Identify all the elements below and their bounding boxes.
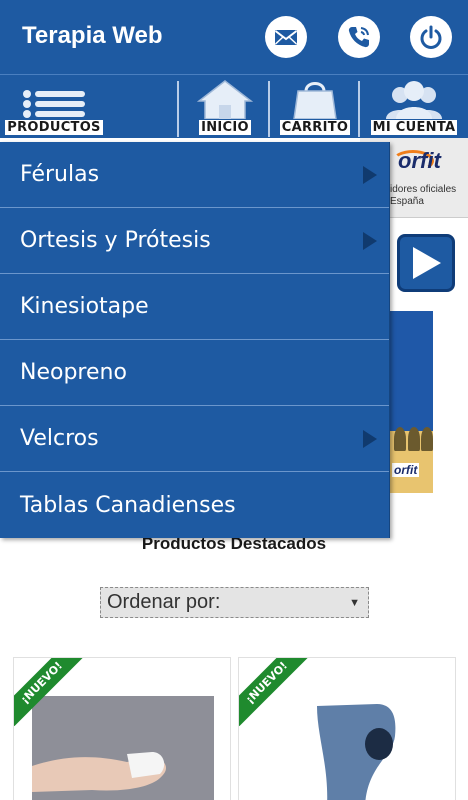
menu-item-ferulas[interactable]: Férulas [0, 142, 389, 208]
banner-subtitle-line1: idores oficiales [390, 184, 457, 195]
nav-divider [358, 81, 360, 137]
new-badge: ¡NUEVO! [239, 658, 319, 738]
phone-button[interactable] [338, 16, 380, 58]
products-dropdown-menu: Férulas Ortesis y Prótesis Kinesiotape N… [0, 142, 390, 538]
nav-item-productos[interactable]: PRODUCTOS [2, 75, 106, 139]
nav-divider [177, 81, 179, 137]
nav-bar: PRODUCTOS INICIO CARRITO MI CUENTA [0, 74, 468, 138]
mail-button[interactable] [265, 16, 307, 58]
app-bar: Terapia Web [0, 0, 468, 74]
menu-item-label: Ortesis y Prótesis [20, 228, 211, 253]
nav-label-mi-cuenta: MI CUENTA [370, 120, 458, 135]
menu-item-label: Tablas Canadienses [20, 492, 236, 518]
home-icon [197, 80, 253, 119]
menu-item-label: Neopreno [20, 360, 127, 385]
nav-label-carrito: CARRITO [279, 120, 351, 135]
tree-icon [421, 427, 433, 451]
side-banner-logo: orfit [392, 463, 420, 477]
play-icon [413, 247, 441, 279]
menu-item-ortesis-protesis[interactable]: Ortesis y Prótesis [0, 208, 389, 274]
phone-icon [348, 27, 369, 48]
banner-sky [390, 311, 433, 431]
menu-item-label: Velcros [20, 426, 99, 451]
orfit-logo: orfit [398, 148, 441, 173]
shopping-bag-icon [293, 82, 337, 119]
product-card[interactable]: ¡NUEVO! [238, 657, 456, 800]
page: orfit idores oficiales España orfit Prod… [0, 0, 468, 800]
chevron-right-icon [363, 430, 377, 448]
sort-select-value: Ordenar por: [107, 591, 221, 613]
nav-item-mi-cuenta[interactable]: MI CUENTA [362, 75, 466, 139]
menu-item-kinesiotape[interactable]: Kinesiotape [0, 274, 389, 340]
new-badge: ¡NUEVO! [14, 658, 94, 738]
tree-icon [394, 427, 406, 451]
promo-side-banner[interactable]: orfit [390, 311, 433, 493]
video-play-button[interactable] [397, 234, 455, 292]
menu-item-tablas-canadienses[interactable]: Tablas Canadienses [0, 472, 389, 538]
banner-subtitle-line2: España [390, 196, 424, 207]
power-icon [420, 25, 442, 49]
chevron-right-icon [363, 232, 377, 250]
menu-item-velcros[interactable]: Velcros [0, 406, 389, 472]
nav-item-carrito[interactable]: CARRITO [272, 75, 358, 139]
tree-icon [408, 427, 420, 451]
menu-item-label: Kinesiotape [20, 294, 149, 319]
menu-item-neopreno[interactable]: Neopreno [0, 340, 389, 406]
product-card[interactable]: ¡NUEVO! [13, 657, 231, 800]
nav-label-productos: PRODUCTOS [5, 120, 103, 135]
nav-item-inicio[interactable]: INICIO [182, 75, 268, 139]
list-icon [23, 90, 85, 118]
user-group-icon [386, 81, 442, 119]
nav-divider [268, 81, 270, 137]
chevron-right-icon [363, 166, 377, 184]
app-title: Terapia Web [22, 22, 163, 49]
nav-label-inicio: INICIO [199, 120, 251, 135]
power-button[interactable] [410, 16, 452, 58]
sort-select[interactable]: Ordenar por: ▼ [100, 587, 369, 618]
menu-item-label: Férulas [20, 162, 100, 187]
chevron-down-icon: ▼ [349, 597, 360, 609]
mail-icon [274, 30, 298, 45]
